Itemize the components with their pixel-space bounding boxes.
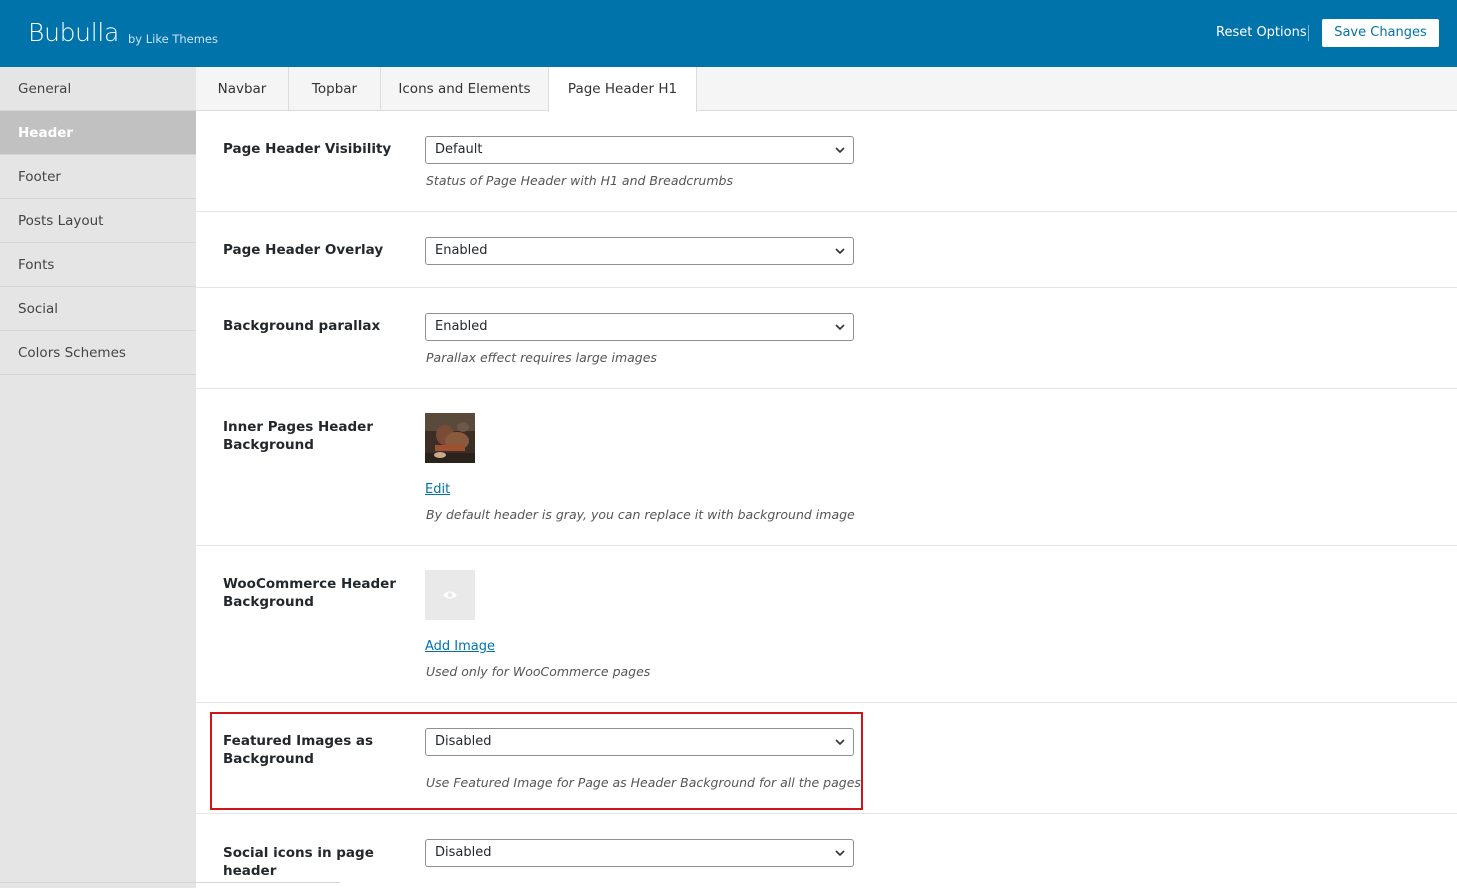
admin-header-bar: Bubulla by Like Themes Reset Options Sav…	[0, 0, 1457, 67]
featured-images-background-select[interactable]: Disabled	[425, 728, 854, 756]
sidebar-item-colors-schemes[interactable]: Colors Schemes	[0, 331, 196, 375]
sidebar-item-general[interactable]: General	[0, 67, 196, 111]
background-parallax-description: Parallax effect requires large images	[426, 350, 657, 365]
background-image-preview	[425, 413, 475, 463]
eye-icon	[443, 591, 457, 599]
background-parallax-label: Background parallax	[223, 318, 381, 334]
woocommerce-header-background-label: WooCommerce Header Background	[223, 576, 396, 610]
tab-topbar[interactable]: Topbar	[289, 67, 381, 111]
save-changes-button[interactable]: Save Changes	[1322, 19, 1439, 47]
row-divider	[196, 211, 1457, 212]
sidebar-item-fonts[interactable]: Fonts	[0, 243, 196, 287]
woocommerce-image-placeholder[interactable]	[425, 570, 475, 620]
sidebar-item-posts-layout[interactable]: Posts Layout	[0, 199, 196, 243]
row-divider	[196, 287, 1457, 288]
featured-images-background-label: Featured Images as Background	[223, 733, 374, 767]
row-divider	[196, 545, 1457, 546]
row-divider	[196, 388, 1457, 389]
chevron-down-icon	[835, 739, 845, 746]
chevron-down-icon	[835, 147, 845, 154]
theme-byline: by Like Themes	[128, 32, 219, 46]
inner-header-background-thumbnail[interactable]	[425, 413, 475, 463]
page-header-visibility-description: Status of Page Header with H1 and Breadc…	[426, 173, 733, 188]
social-icons-page-header-label: Social icons in page header	[223, 845, 374, 879]
page-header-visibility-label: Page Header Visibility	[223, 141, 392, 157]
tab-icons-and-elements[interactable]: Icons and Elements	[381, 67, 549, 111]
theme-title: Bubulla	[28, 18, 120, 47]
page-header-visibility-value: Default	[435, 142, 483, 157]
chevron-down-icon	[835, 324, 845, 331]
row-divider	[196, 813, 1457, 814]
page-header-overlay-label: Page Header Overlay	[223, 242, 384, 258]
sidebar-item-social[interactable]: Social	[0, 287, 196, 331]
chevron-down-icon	[835, 248, 845, 255]
background-parallax-value: Enabled	[435, 319, 488, 334]
sidebar-item-footer[interactable]: Footer	[0, 155, 196, 199]
featured-images-background-value: Disabled	[435, 734, 492, 749]
header-divider	[1308, 25, 1309, 41]
woocommerce-header-background-description: Used only for WooCommerce pages	[426, 664, 651, 679]
row-divider	[196, 702, 1457, 703]
inner-pages-header-background-label: Inner Pages Header Background	[223, 419, 373, 453]
tab-navbar[interactable]: Navbar	[196, 67, 289, 111]
social-icons-page-header-value: Disabled	[435, 845, 492, 860]
sidebar-bottom-divider	[0, 882, 340, 883]
sidebar-item-header[interactable]: Header	[0, 111, 196, 155]
page-header-overlay-select[interactable]: Enabled	[425, 237, 854, 265]
edit-image-link[interactable]: Edit	[425, 482, 450, 497]
page-header-overlay-value: Enabled	[435, 243, 488, 258]
inner-pages-header-background-description: By default header is gray, you can repla…	[426, 507, 855, 522]
tab-page-header-h1[interactable]: Page Header H1	[548, 67, 697, 112]
reset-options-button[interactable]: Reset Options	[1216, 25, 1307, 40]
featured-images-background-description: Use Featured Image for Page as Header Ba…	[426, 775, 861, 790]
chevron-down-icon	[835, 850, 845, 857]
section-tabs: Navbar Topbar Icons and Elements Page He…	[196, 67, 1457, 112]
page-header-visibility-select[interactable]: Default	[425, 136, 854, 164]
options-sidebar: General Header Footer Posts Layout Fonts…	[0, 67, 340, 888]
background-parallax-select[interactable]: Enabled	[425, 313, 854, 341]
social-icons-page-header-select[interactable]: Disabled	[425, 839, 854, 867]
add-image-link[interactable]: Add Image	[425, 639, 495, 654]
